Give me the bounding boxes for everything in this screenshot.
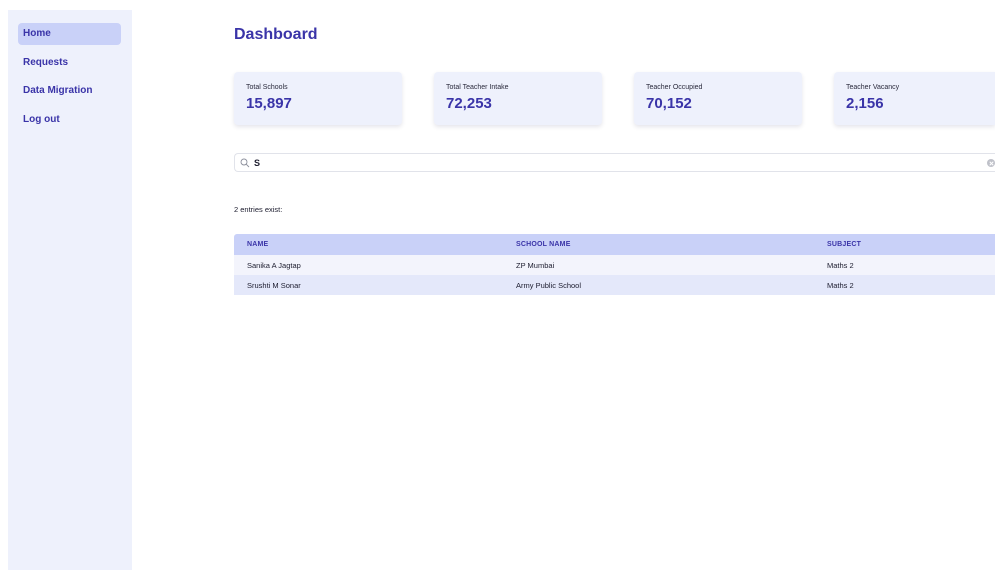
stat-card-total-teacher-intake: Total Teacher Intake 72,253 [434, 72, 602, 125]
stat-card-teacher-vacancy: Teacher Vacancy 2,156 [834, 72, 995, 125]
stat-label: Teacher Vacancy [846, 84, 900, 91]
cell-subject: Maths 2 [827, 260, 854, 270]
cell-subject: Maths 2 [827, 280, 854, 290]
sidebar-item-home[interactable]: Home [18, 23, 121, 45]
column-header-school-name[interactable]: SCHOOL NAME [516, 241, 571, 248]
table-header: NAME SCHOOL NAME SUBJECT [234, 234, 995, 255]
sidebar-item-requests[interactable]: Requests [18, 52, 121, 74]
stat-label: Total Teacher Intake [446, 84, 509, 91]
cell-school-name: Army Public School [516, 280, 582, 290]
cell-name: Srushti M Sonar [247, 280, 301, 290]
column-header-subject[interactable]: SUBJECT [827, 241, 861, 248]
stat-label: Total Schools [246, 84, 288, 91]
column-header-name[interactable]: NAME [247, 241, 268, 248]
search-icon [240, 158, 250, 168]
clear-icon[interactable] [987, 159, 995, 167]
search-box[interactable] [234, 153, 995, 172]
entries-count: 2 entries exist: [234, 205, 283, 214]
stat-value: 72,253 [446, 95, 492, 112]
cell-name: Sanika A Jagtap [247, 260, 301, 270]
stat-value: 2,156 [846, 95, 884, 112]
stat-card-total-schools: Total Schools 15,897 [234, 72, 402, 125]
stat-card-teacher-occupied: Teacher Occupied 70,152 [634, 72, 802, 125]
search-input[interactable] [254, 155, 974, 170]
table-row[interactable]: Srushti M Sonar Army Public School Maths… [234, 275, 995, 295]
stat-value: 15,897 [246, 95, 292, 112]
stat-label: Teacher Occupied [646, 84, 703, 91]
cell-school-name: ZP Mumbai [516, 260, 555, 270]
stat-value: 70,152 [646, 95, 692, 112]
results-table: NAME SCHOOL NAME SUBJECT Sanika A Jagtap… [234, 234, 995, 295]
sidebar-item-log-out[interactable]: Log out [18, 109, 121, 131]
page-title: Dashboard [234, 26, 318, 43]
table-row[interactable]: Sanika A Jagtap ZP Mumbai Maths 2 [234, 255, 995, 275]
sidebar: Home Requests Data Migration Log out [8, 10, 132, 570]
sidebar-item-data-migration[interactable]: Data Migration [18, 80, 121, 102]
